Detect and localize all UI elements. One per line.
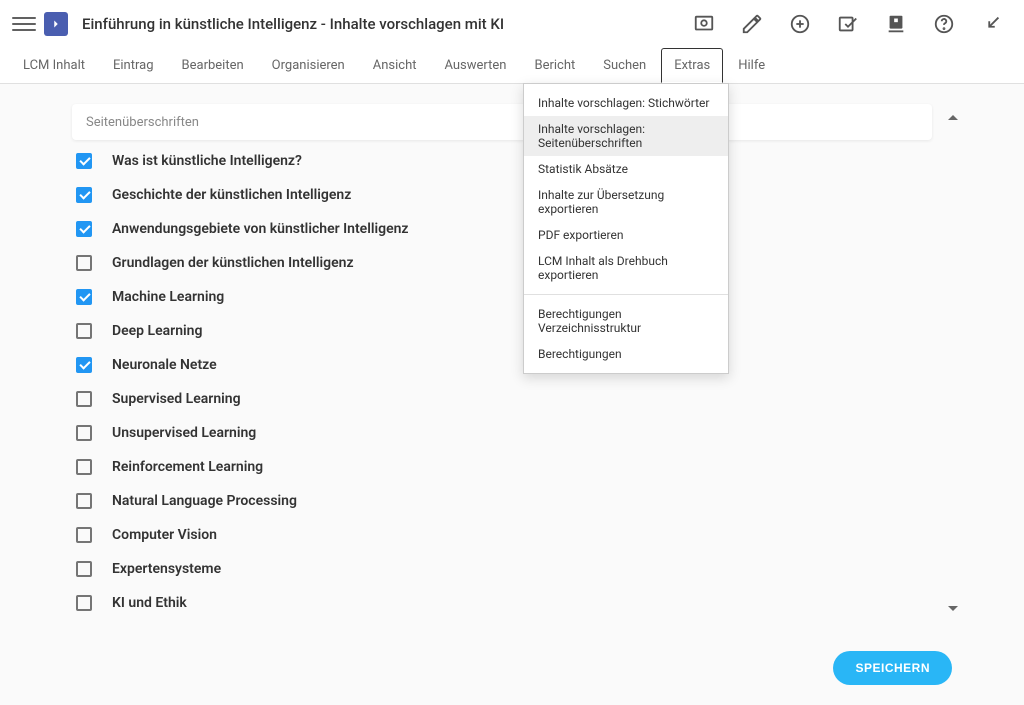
heading-label: Neuronale Netze [112,357,217,373]
heading-label: Reinforcement Learning [112,459,263,475]
list-item: Unsupervised Learning [72,416,932,450]
menu-auswerten[interactable]: Auswerten [431,48,519,83]
save-button[interactable]: SPEICHERN [833,651,952,685]
heading-checkbox[interactable] [76,323,92,339]
dropdown-item-statistik[interactable]: Statistik Absätze [524,156,728,182]
extras-dropdown: Inhalte vorschlagen: Stichwörter Inhalte… [523,83,729,374]
heading-label: Natural Language Processing [112,493,297,509]
dropdown-item-drehbuch[interactable]: LCM Inhalt als Drehbuch exportieren [524,248,728,288]
dropdown-item-berechtigungen-verz[interactable]: Berechtigungen Verzeichnisstruktur [524,301,728,341]
list-item: Expertensysteme [72,552,932,586]
help-icon[interactable] [924,4,964,44]
heading-checkbox[interactable] [76,425,92,441]
list-item: Machine Learning [72,280,932,314]
dropdown-item-uebersetzung[interactable]: Inhalte zur Übersetzung exportieren [524,182,728,222]
heading-label: Computer Vision [112,527,217,543]
heading-checkbox[interactable] [76,221,92,237]
list-item: Geschichte der künstlichen Intelligenz [72,178,932,212]
heading-checkbox[interactable] [76,187,92,203]
dropdown-item-stichwoerter[interactable]: Inhalte vorschlagen: Stichwörter [524,90,728,116]
download-icon[interactable] [876,4,916,44]
menu-organisieren[interactable]: Organisieren [259,48,358,83]
edit-icon[interactable] [732,4,772,44]
list-item: Natural Language Processing [72,484,932,518]
add-icon[interactable] [780,4,820,44]
hamburger-icon[interactable] [12,12,36,36]
heading-label: Machine Learning [112,289,224,305]
list-item: Grundlagen der künstlichen Intelligenz [72,246,932,280]
heading-checkbox[interactable] [76,561,92,577]
heading-label: KI und Ethik [112,595,187,611]
heading-label: Unsupervised Learning [112,425,256,441]
heading-checkbox[interactable] [76,493,92,509]
heading-label: Geschichte der künstlichen Intelligenz [112,187,351,203]
page-title: Einführung in künstliche Intelligenz - I… [82,15,504,33]
menu-ansicht[interactable]: Ansicht [360,48,430,83]
list-item: Reinforcement Learning [72,450,932,484]
list-item: KI und Ethik [72,586,932,620]
search-input[interactable]: Seitenüberschriften [72,104,932,140]
dropdown-item-seitenueberschriften[interactable]: Inhalte vorschlagen: Seitenüberschriften [524,116,728,156]
dropdown-divider [524,294,728,295]
list-item: Computer Vision [72,518,932,552]
collapse-icon[interactable] [972,4,1012,44]
app-logo[interactable] [44,12,68,36]
list-item: Supervised Learning [72,382,932,416]
scroll-up-icon[interactable] [948,108,958,127]
dropdown-item-pdf[interactable]: PDF exportieren [524,222,728,248]
preview-icon[interactable] [684,4,724,44]
heading-checkbox[interactable] [76,153,92,169]
menu-extras[interactable]: Extras [661,48,723,83]
heading-checkbox[interactable] [76,391,92,407]
menu-lcm-inhalt[interactable]: LCM Inhalt [10,48,98,83]
list-item: Anwendungsgebiete von künstlicher Intell… [72,212,932,246]
heading-label: Supervised Learning [112,391,241,407]
scroll-down-icon[interactable] [948,598,958,617]
list-item: Was ist künstliche Intelligenz? [72,144,932,178]
heading-label: Was ist künstliche Intelligenz? [112,153,302,169]
headings-list[interactable]: Was ist künstliche Intelligenz? Geschicht… [72,144,932,622]
heading-checkbox[interactable] [76,357,92,373]
heading-label: Expertensysteme [112,561,221,577]
heading-label: Grundlagen der künstlichen Intelligenz [112,255,354,271]
heading-checkbox[interactable] [76,289,92,305]
checklist-icon[interactable] [828,4,868,44]
heading-checkbox[interactable] [76,595,92,611]
heading-checkbox[interactable] [76,255,92,271]
menu-bearbeiten[interactable]: Bearbeiten [169,48,257,83]
heading-checkbox[interactable] [76,459,92,475]
list-item: Neuronale Netze [72,348,932,382]
menu-suchen[interactable]: Suchen [590,48,659,83]
menu-hilfe[interactable]: Hilfe [725,48,778,83]
list-item: Deep Learning [72,314,932,348]
dropdown-item-berechtigungen[interactable]: Berechtigungen [524,341,728,367]
heading-label: Anwendungsgebiete von künstlicher Intell… [112,221,409,237]
menu-bericht[interactable]: Bericht [521,48,588,83]
menu-bar: LCM Inhalt Eintrag Bearbeiten Organisier… [0,48,1024,84]
heading-checkbox[interactable] [76,527,92,543]
top-bar: Einführung in künstliche Intelligenz - I… [0,0,1024,48]
menu-eintrag[interactable]: Eintrag [100,48,167,83]
heading-label: Deep Learning [112,323,202,339]
